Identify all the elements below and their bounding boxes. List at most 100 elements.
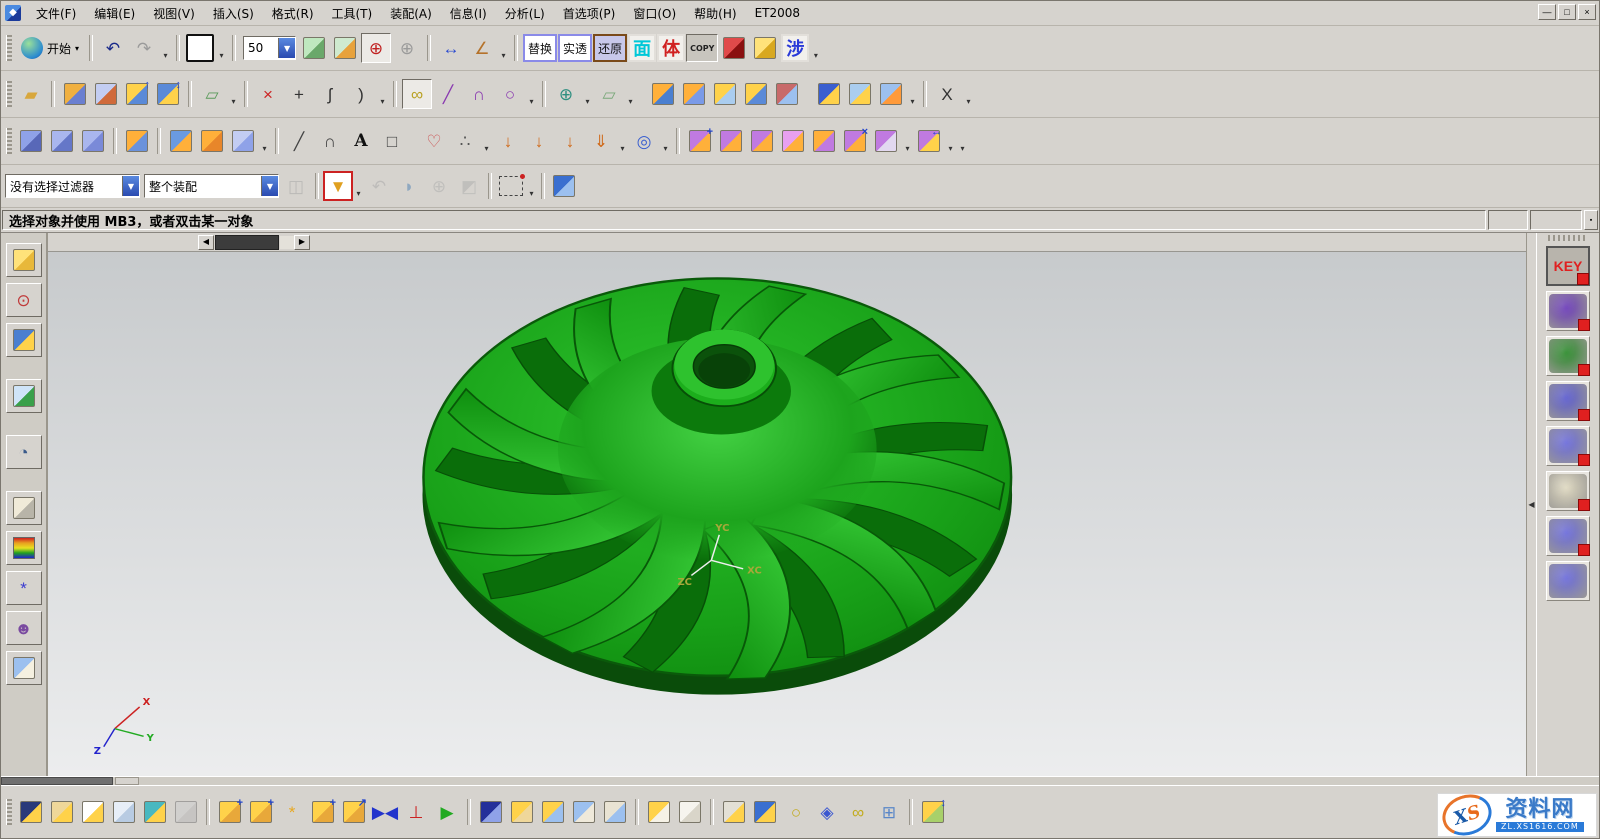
part-thumb-bolt[interactable]: [1546, 291, 1590, 331]
chamfer-icon[interactable]: [710, 79, 740, 109]
move-to-layer-icon[interactable]: [330, 33, 360, 63]
unload-component-icon[interactable]: [538, 797, 568, 827]
wave-geometry-icon[interactable]: ◈: [812, 797, 842, 827]
impeller-model[interactable]: YC XC ZC X Y Z: [48, 251, 1526, 776]
datum-plane-icon[interactable]: ▱: [197, 79, 227, 109]
scope-select[interactable]: 整个装配▼: [144, 174, 279, 198]
translucency-button[interactable]: 实透: [558, 34, 592, 62]
object-display-swatch[interactable]: [185, 33, 215, 63]
wcs-dynamics-icon[interactable]: ⊕: [361, 33, 391, 63]
surface-mesh-icon[interactable]: [91, 79, 121, 109]
part-thumb-cone[interactable]: [1546, 471, 1590, 511]
show-component-icon[interactable]: [78, 797, 108, 827]
explode-assembly-icon[interactable]: [507, 797, 537, 827]
point-dropdown[interactable]: ▾: [481, 125, 492, 157]
redo-button[interactable]: ↷: [129, 33, 159, 63]
fillet-surface-icon[interactable]: [197, 126, 227, 156]
snap-point-icon[interactable]: ▼: [323, 171, 353, 201]
viewport-top-scrollbar[interactable]: ◀ ▶: [48, 233, 1526, 252]
scroll-left-button[interactable]: ◀: [198, 235, 214, 250]
curve-edit-dropdown[interactable]: ▾: [377, 78, 388, 110]
snap-point-dropdown[interactable]: ▾: [353, 170, 364, 202]
face-button[interactable]: 面: [628, 34, 656, 62]
layer-settings-icon[interactable]: [299, 33, 329, 63]
constraint-perpendicular-icon[interactable]: ⊥: [401, 797, 431, 827]
text-icon[interactable]: A: [346, 126, 376, 156]
divide-curve-icon[interactable]: +: [284, 79, 314, 109]
offset-region-icon[interactable]: [747, 126, 777, 156]
select-mode-dropdown[interactable]: ▾: [526, 170, 537, 202]
trim-corner-icon[interactable]: ʃ: [315, 79, 345, 109]
line-icon[interactable]: ╱: [433, 79, 463, 109]
yellow-cube-icon[interactable]: [750, 33, 780, 63]
find-component-icon[interactable]: [16, 797, 46, 827]
trim-body-icon[interactable]: [772, 79, 802, 109]
arc-icon[interactable]: ∩: [315, 126, 345, 156]
rectangle-select-icon[interactable]: [496, 171, 526, 201]
menu-item-5[interactable]: 工具(T): [323, 2, 382, 25]
point-dialog-icon[interactable]: ⊕: [424, 171, 454, 201]
she-button[interactable]: 涉: [781, 34, 809, 62]
product-outline-icon[interactable]: [719, 797, 749, 827]
internet-browser-icon[interactable]: [6, 379, 42, 413]
selection-filter-select[interactable]: 没有选择过滤器▼: [5, 174, 140, 198]
interpart-link-icon[interactable]: ◫: [281, 171, 311, 201]
measure-angle-icon[interactable]: ∠: [467, 33, 497, 63]
red-cube-icon[interactable]: [719, 33, 749, 63]
law-curve-icon[interactable]: ♡: [419, 126, 449, 156]
body-button[interactable]: 体: [657, 34, 685, 62]
menu-item-11[interactable]: 帮助(H): [685, 2, 745, 25]
substitute-component-icon[interactable]: [569, 797, 599, 827]
synchronous-dropdown[interactable]: ▾: [902, 125, 913, 157]
object-display-dropdown[interactable]: ▾: [216, 32, 227, 64]
minimize-button[interactable]: —: [1538, 4, 1556, 20]
key-part-button[interactable]: KEY: [1546, 246, 1590, 286]
project-curve-icon[interactable]: ↓: [493, 126, 523, 156]
sketch-plane-icon[interactable]: ▱: [594, 79, 624, 109]
combined-projection-icon[interactable]: ↓: [524, 126, 554, 156]
wrap-dropdown[interactable]: ▾: [660, 125, 671, 157]
scene-editor-icon[interactable]: *: [6, 571, 42, 605]
view-orient-icon[interactable]: [549, 171, 579, 201]
boss-icon[interactable]: [845, 79, 875, 109]
resize-face-icon[interactable]: [809, 126, 839, 156]
part-thumb-valve[interactable]: [1546, 516, 1590, 556]
swept-icon[interactable]: [679, 79, 709, 109]
constraint-navigator-icon[interactable]: ⊙: [6, 283, 42, 317]
thicken-icon[interactable]: ↕: [153, 79, 183, 109]
start-menu-button[interactable]: 开始▾: [16, 33, 84, 63]
rectangle-icon[interactable]: □: [377, 126, 407, 156]
measure-distance-icon[interactable]: ↔: [436, 33, 466, 63]
erase-icon[interactable]: ◗: [394, 171, 424, 201]
she-dropdown[interactable]: ▾: [810, 32, 821, 64]
assembly-navigator-icon[interactable]: [6, 243, 42, 277]
pattern-component-icon[interactable]: *: [277, 797, 307, 827]
wave-ring-icon[interactable]: ○: [781, 797, 811, 827]
constraint-align-icon[interactable]: ▶: [432, 797, 462, 827]
component-window-icon[interactable]: [750, 797, 780, 827]
point-set-icon[interactable]: ∴: [450, 126, 480, 156]
hscroll-thumb[interactable]: [1, 777, 113, 785]
wave-link-icon[interactable]: ∞: [843, 797, 873, 827]
measure-dropdown[interactable]: ▾: [498, 32, 509, 64]
menu-item-6[interactable]: 装配(A): [381, 2, 441, 25]
save-assembly-icon[interactable]: [476, 797, 506, 827]
join-curve-icon[interactable]: ∞: [402, 79, 432, 109]
arrangements-icon[interactable]: ↕: [918, 797, 948, 827]
expression-dropdown[interactable]: ▾: [963, 78, 974, 110]
gallery-icon[interactable]: [6, 651, 42, 685]
circle-icon[interactable]: ○: [495, 79, 525, 109]
extrude-icon[interactable]: ↑: [122, 79, 152, 109]
pull-face-icon[interactable]: [716, 126, 746, 156]
sequence-icon[interactable]: [644, 797, 674, 827]
menu-item-7[interactable]: 信息(I): [441, 2, 496, 25]
trimmed-sheet-icon[interactable]: [166, 126, 196, 156]
n-sided-surface-icon[interactable]: [78, 126, 108, 156]
add-component-icon[interactable]: +: [215, 797, 245, 827]
replace-button[interactable]: 替换: [523, 34, 557, 62]
mirror-body-icon[interactable]: [60, 79, 90, 109]
array-component-icon[interactable]: +: [308, 797, 338, 827]
ruled-surface-icon[interactable]: [16, 126, 46, 156]
wave-wrench-icon[interactable]: [600, 797, 630, 827]
trim-curve-icon[interactable]: ×: [253, 79, 283, 109]
